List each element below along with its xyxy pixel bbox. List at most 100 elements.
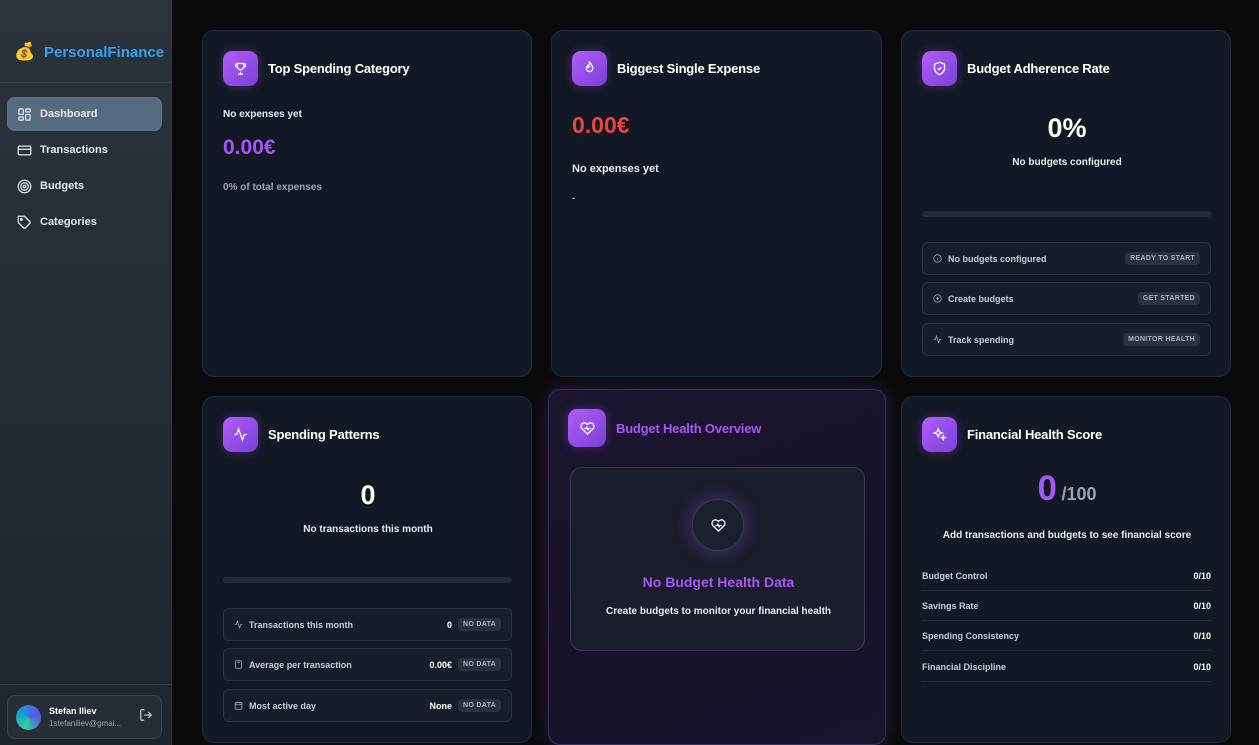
score-row: Budget Control 0/10	[922, 561, 1211, 591]
score-row-value: 0/10	[1193, 600, 1211, 611]
row-label: Average per transaction	[249, 659, 352, 670]
brand[interactable]: 💰 PersonalFinance	[14, 42, 164, 62]
flame-icon	[572, 51, 607, 86]
card-title: Top Spending Category	[268, 61, 410, 76]
score-label: Savings Rate	[922, 600, 979, 611]
spending-patterns-card: Spending Patterns 0 No transactions this…	[202, 396, 532, 743]
budget-health-card: Budget Health Overview No Budget Health …	[548, 389, 886, 745]
calculator-icon	[235, 660, 242, 669]
sidebar-item-label: Categories	[40, 216, 97, 228]
row-value: 0	[447, 619, 453, 630]
budget-adherence-card: Budget Adherence Rate 0% No budgets conf…	[901, 30, 1231, 377]
calendar-icon	[234, 701, 243, 710]
divider	[0, 82, 172, 83]
trophy-icon	[223, 51, 258, 86]
status-badge: MONITOR HEALTH	[1123, 333, 1200, 346]
budget-adherence-subtitle: No budgets configured	[1012, 157, 1122, 168]
score-label: Financial Discipline	[922, 661, 1007, 672]
sidebar: 💰 PersonalFinance Dashboard Transactions…	[0, 0, 172, 745]
row-value: 0.00€	[429, 659, 453, 670]
score-display: 0 /100	[902, 469, 1232, 509]
row-label: Track spending	[948, 334, 1015, 345]
card-title: Budget Health Overview	[616, 420, 762, 436]
sidebar-item-label: Transactions	[40, 144, 108, 156]
user-card[interactable]: Stefan Iliev 1stefaniliev@gmai...	[7, 695, 162, 739]
budget-health-empty-state: No Budget Health Data Create budgets to …	[570, 467, 865, 651]
empty-title: No Budget Health Data	[642, 574, 795, 590]
score-label: Budget Control	[922, 570, 988, 581]
top-spending-subtitle: No expenses yet	[223, 109, 302, 120]
top-spending-card: Top Spending Category No expenses yet 0.…	[202, 30, 532, 377]
row-label: Transactions this month	[249, 619, 354, 630]
financial-health-card: Financial Health Score 0 /100 Add transa…	[901, 396, 1231, 743]
user-name: Stefan Iliev	[49, 706, 97, 716]
status-badge: NO DATA	[458, 618, 501, 631]
sidebar-item-dashboard[interactable]: Dashboard	[7, 97, 162, 131]
sidebar-item-label: Budgets	[40, 180, 84, 192]
adherence-row: Create budgets GET STARTED	[922, 282, 1211, 315]
score-max: /100	[1061, 484, 1097, 504]
sidebar-item-transactions[interactable]: Transactions	[7, 133, 162, 167]
sidebar-item-categories[interactable]: Categories	[7, 205, 162, 239]
biggest-expense-detail: -	[572, 193, 576, 204]
dashboard-icon	[18, 107, 31, 121]
score-value: 0	[1037, 469, 1057, 508]
brand-name: PersonalFinance	[44, 43, 165, 61]
spending-patterns-count: 0	[360, 480, 376, 510]
empty-text: Create budgets to monitor your financial…	[605, 606, 832, 617]
biggest-expense-subtitle: No expenses yet	[572, 163, 659, 175]
card-icon	[17, 145, 32, 155]
plus-circle-icon	[933, 294, 942, 303]
logout-icon[interactable]	[139, 708, 153, 727]
card-title: Financial Health Score	[967, 427, 1103, 442]
biggest-expense-amount: 0.00€	[572, 112, 630, 138]
pattern-row: Transactions this month 0 NO DATA	[223, 608, 512, 641]
divider	[0, 684, 172, 685]
sidebar-item-budgets[interactable]: Budgets	[7, 169, 162, 203]
budget-adherence-rate: 0%	[1047, 113, 1087, 143]
top-spending-share: 0% of total expenses	[223, 182, 322, 193]
pattern-row: Average per transaction 0.00€ NO DATA	[223, 648, 512, 681]
card-title: Budget Adherence Rate	[967, 61, 1110, 76]
avatar	[16, 704, 41, 730]
spending-patterns-progress	[223, 577, 512, 583]
sidebar-item-label: Dashboard	[40, 108, 98, 120]
heart-pulse-icon	[568, 409, 606, 447]
activity-icon	[234, 620, 243, 629]
adherence-row: No budgets configured READY TO START	[922, 242, 1211, 275]
score-row: Financial Discipline 0/10	[922, 652, 1211, 682]
sidebar-nav: Dashboard Transactions Budgets Categorie…	[7, 97, 162, 241]
target-icon	[17, 179, 32, 193]
budget-adherence-progress	[922, 211, 1211, 217]
activity-icon	[223, 417, 258, 452]
top-spending-amount: 0.00€	[223, 136, 276, 159]
row-label: Create budgets	[948, 293, 1014, 304]
shield-icon	[922, 51, 957, 86]
money-bag-icon: 💰	[14, 42, 36, 61]
row-label: No budgets configured	[948, 253, 1047, 264]
biggest-expense-card: Biggest Single Expense 0.00€ No expenses…	[551, 30, 882, 377]
info-icon	[933, 254, 942, 263]
score-row-value: 0/10	[1193, 630, 1211, 641]
card-title: Spending Patterns	[268, 427, 380, 442]
status-badge: NO DATA	[458, 658, 501, 671]
spending-patterns-subtitle: No transactions this month	[303, 524, 433, 535]
status-badge: NO DATA	[458, 699, 501, 712]
heart-pulse-icon	[692, 499, 744, 551]
tag-icon	[17, 215, 31, 229]
row-value: None	[429, 700, 453, 711]
row-label: Most active day	[249, 700, 317, 711]
activity-icon	[933, 335, 942, 344]
card-title: Biggest Single Expense	[617, 61, 760, 76]
pattern-row: Most active day None NO DATA	[223, 689, 512, 722]
adherence-row: Track spending MONITOR HEALTH	[922, 323, 1211, 356]
status-badge: READY TO START	[1125, 252, 1200, 265]
score-row-value: 0/10	[1193, 661, 1211, 672]
financial-health-subtitle: Add transactions and budgets to see fina…	[942, 530, 1192, 541]
sparkles-icon	[922, 417, 957, 452]
score-label: Spending Consistency	[922, 630, 1020, 641]
status-badge: GET STARTED	[1137, 292, 1200, 305]
score-row-value: 0/10	[1193, 570, 1211, 581]
score-row: Savings Rate 0/10	[922, 591, 1211, 621]
score-row: Spending Consistency 0/10	[922, 621, 1211, 651]
